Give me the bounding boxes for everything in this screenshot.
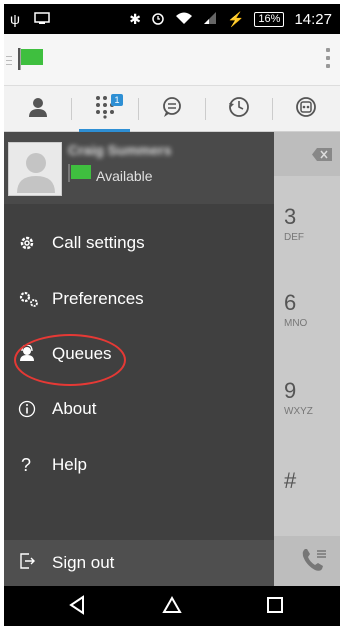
gears-icon	[18, 290, 52, 308]
key-number: 9	[284, 378, 297, 403]
overflow-menu-icon[interactable]	[326, 48, 330, 72]
highlight-circle	[14, 334, 126, 386]
tab-bar: 1	[4, 86, 340, 132]
tab-history[interactable]	[205, 86, 272, 132]
tab-contacts[interactable]	[4, 86, 71, 132]
tab-chat[interactable]	[138, 86, 205, 132]
avatar	[8, 142, 62, 196]
alarm-icon	[151, 11, 165, 28]
drawer-toggle-icon[interactable]	[6, 56, 12, 68]
tab-dialpad[interactable]: 1	[71, 86, 138, 132]
menu-help[interactable]: ? Help	[4, 437, 274, 493]
menu-label: Help	[52, 455, 87, 474]
key-letters: DEF	[284, 232, 304, 243]
status-text: Available	[96, 167, 153, 184]
key-number: 3	[284, 204, 297, 229]
call-button[interactable]	[274, 536, 340, 586]
profile-header[interactable]: Craig Summers Available	[4, 132, 274, 204]
cast-icon	[34, 11, 50, 28]
gear-icon	[18, 234, 52, 252]
menu-about[interactable]: About	[4, 381, 274, 437]
menu-preferences[interactable]: Preferences	[4, 271, 274, 327]
sign-out-icon	[18, 552, 52, 575]
dialpad-key-6[interactable]: 6 MNO	[284, 290, 307, 329]
info-icon	[18, 400, 52, 418]
presence-status[interactable]: Available	[68, 164, 153, 187]
usb-icon: ψ	[10, 11, 20, 27]
menu-call-settings[interactable]: Call settings	[4, 215, 274, 271]
signal-icon	[203, 11, 217, 28]
phone-icon	[302, 549, 326, 571]
sign-out-button[interactable]: Sign out	[4, 540, 274, 586]
history-icon	[227, 95, 251, 124]
voicemail-icon	[295, 96, 317, 123]
clock: 14:27	[294, 11, 332, 28]
dialpad-panel: 3 DEF 6 MNO 9 WXYZ #	[274, 132, 340, 586]
chat-icon	[161, 96, 183, 123]
dialpad-key-3[interactable]: 3 DEF	[284, 204, 304, 243]
system-nav-bar	[4, 586, 340, 626]
backspace-icon[interactable]	[312, 148, 332, 161]
menu-label: Preferences	[52, 289, 144, 308]
user-name: Craig Summers	[68, 142, 172, 158]
key-number: 6	[284, 290, 297, 315]
tab-voicemail[interactable]	[272, 86, 339, 132]
key-letters: WXYZ	[284, 406, 313, 417]
home-icon[interactable]	[161, 594, 183, 621]
person-icon	[27, 96, 49, 123]
menu-label: Call settings	[52, 233, 145, 252]
key-letters: MNO	[284, 318, 308, 329]
charging-icon: ⚡	[226, 11, 245, 27]
back-icon[interactable]	[66, 594, 88, 621]
dialpad-badge: 1	[111, 94, 123, 106]
sign-out-label: Sign out	[52, 553, 115, 572]
dialpad-input-bar	[274, 132, 340, 176]
recents-icon[interactable]	[264, 594, 286, 621]
bluetooth-icon: ✱	[129, 11, 141, 27]
green-flag-icon	[18, 48, 44, 75]
app-bar	[4, 34, 340, 86]
status-bar: ψ ✱ ⚡ 16% 14:27	[4, 4, 340, 34]
question-icon: ?	[21, 454, 32, 475]
green-flag-icon	[68, 164, 92, 187]
dialpad-key-9[interactable]: 9 WXYZ	[284, 378, 313, 417]
dialpad-key-hash[interactable]: #	[284, 468, 296, 494]
menu-label: About	[52, 399, 97, 418]
battery-indicator: 16%	[254, 12, 285, 27]
phone-screen: ψ ✱ ⚡ 16% 14:27 1 3 DEF 6 MNO 9 WXYZ # C…	[4, 4, 340, 626]
wifi-icon	[175, 11, 193, 28]
key-number: #	[284, 468, 297, 493]
